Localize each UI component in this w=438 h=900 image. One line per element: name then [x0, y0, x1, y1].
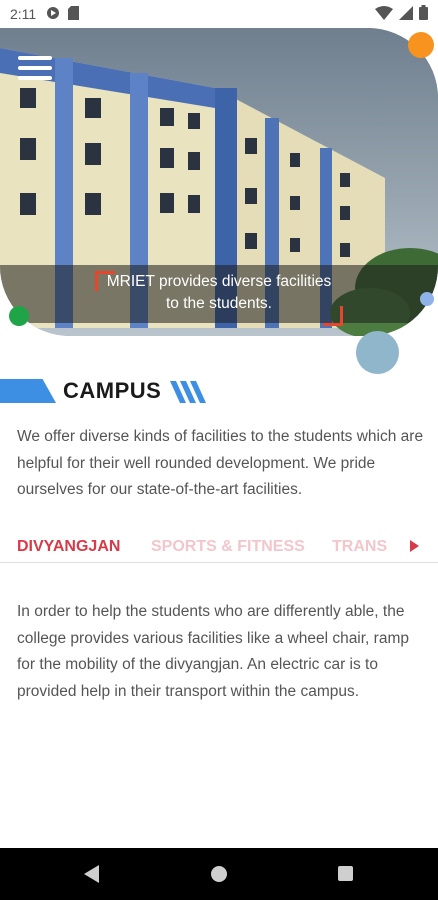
status-bar: 2:11	[0, 0, 438, 28]
menu-icon-line	[18, 66, 52, 70]
tab-content-text: In order to help the students who are di…	[17, 603, 409, 700]
facility-tabs: DIVYANGJAN SPORTS & FITNESS TRANS	[0, 530, 438, 563]
battery-icon	[419, 5, 428, 23]
tab-transport[interactable]: TRANS	[332, 538, 387, 556]
tab-sports-fitness[interactable]: SPORTS & FITNESS	[151, 538, 305, 556]
home-icon[interactable]	[211, 866, 227, 882]
back-icon[interactable]	[84, 865, 99, 883]
tab-scroll-right-icon[interactable]	[410, 540, 419, 552]
menu-button[interactable]	[18, 56, 52, 82]
system-nav-bar	[0, 848, 438, 900]
section-title: CAMPUS	[63, 378, 162, 403]
recent-apps-icon[interactable]	[338, 866, 353, 881]
stripes-decoration-icon	[170, 381, 206, 403]
hero-banner: MRIET provides diverse facilities to the…	[0, 28, 438, 336]
status-time: 2:11	[10, 6, 37, 22]
caption-corner-top-left	[95, 271, 115, 291]
decor-dot-green	[9, 306, 29, 326]
media-icon	[46, 6, 60, 23]
tab-divyangjan[interactable]: DIVYANGJAN	[17, 538, 120, 556]
sd-card-icon	[68, 5, 80, 23]
decor-dot-blue-small	[420, 292, 434, 306]
menu-icon-line	[18, 56, 52, 60]
hero-caption: MRIET provides diverse facilities to the…	[0, 265, 438, 323]
decor-dot-blue-large	[356, 331, 399, 374]
signal-icon	[399, 5, 413, 23]
section-accent-bar	[0, 379, 56, 403]
menu-icon-line	[18, 76, 52, 80]
section-intro: We offer diverse kinds of facilities to …	[17, 428, 424, 498]
hero-caption-line1: MRIET provides diverse facilities	[106, 273, 332, 290]
hero-caption-line2: to the students.	[166, 295, 272, 312]
wifi-icon	[375, 5, 393, 23]
decor-dot-orange	[408, 32, 434, 58]
caption-corner-bottom-right	[323, 306, 343, 326]
